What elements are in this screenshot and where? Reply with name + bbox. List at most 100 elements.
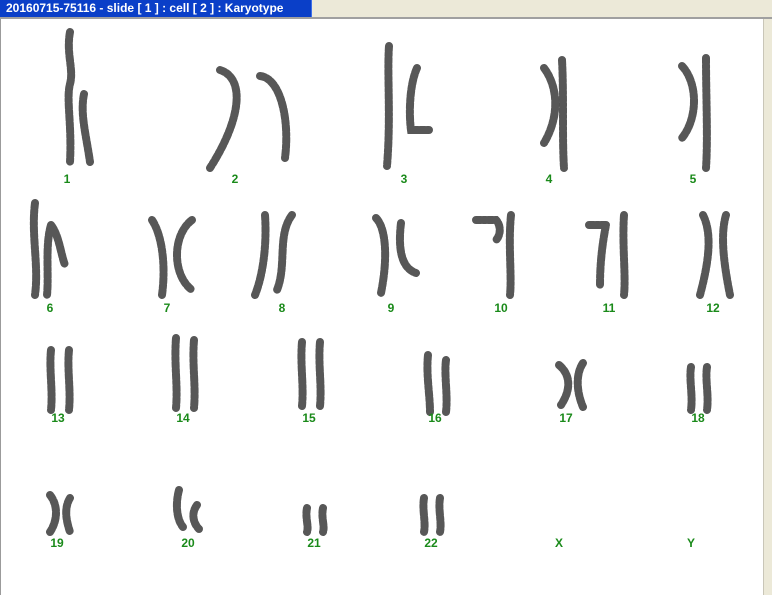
chromatid-2: [256, 72, 291, 162]
chromosome-image: [148, 216, 196, 299]
chromatid-2: [702, 363, 712, 414]
vertical-scrollbar[interactable]: [763, 19, 772, 595]
chromatid-1: [46, 346, 56, 414]
window-title: 20160715-75116 - slide [ 1 ] : cell [ 2 …: [6, 1, 284, 15]
chromosome-label: 4: [545, 172, 553, 186]
chromosome-label: 14: [176, 411, 190, 425]
chromosome-19[interactable]: [12, 470, 102, 536]
chromatid-2: [558, 56, 568, 172]
chromosome-label: 8: [278, 301, 286, 315]
chromosome-Y[interactable]: [646, 470, 736, 530]
chromosome-10[interactable]: [456, 195, 546, 299]
chromosome-18[interactable]: [653, 335, 743, 414]
chromosome-label: 3: [400, 172, 408, 186]
chromosome-image: [585, 211, 629, 299]
chromosome-label: Y: [686, 536, 695, 550]
chromatid-2: [573, 359, 587, 411]
chromatid-2: [505, 211, 515, 299]
chromosome-label: 18: [691, 411, 705, 425]
chromatid-2: [43, 221, 69, 299]
chromosome-label: 5: [689, 172, 697, 186]
chromosome-image: [372, 214, 420, 297]
chromosome-8[interactable]: [237, 195, 327, 299]
chromatid-2: [273, 211, 296, 294]
chromatid-1: [302, 504, 312, 536]
chromatid-1: [171, 334, 181, 412]
chromosome-label: X: [554, 536, 563, 550]
chromosome-11[interactable]: [564, 195, 654, 299]
chromosome-13[interactable]: [13, 325, 103, 414]
chromatid-1: [423, 351, 434, 416]
chromosome-image: [251, 211, 296, 299]
chromatid-2: [395, 219, 420, 277]
chromosome-label: 7: [163, 301, 171, 315]
chromatid-2: [64, 346, 74, 414]
chromatid-1: [419, 494, 429, 536]
chromatid-2: [702, 54, 711, 172]
chromatid-1: [148, 216, 168, 299]
chromosome-label: 2: [231, 172, 239, 186]
chromatid-1: [372, 214, 390, 297]
chromosome-label: 9: [387, 301, 395, 315]
chromatid-2: [173, 216, 196, 294]
chromosome-image: [696, 211, 734, 299]
chromosome-14[interactable]: [138, 320, 228, 412]
chromatid-1: [696, 211, 713, 299]
chromosome-image: [29, 199, 69, 299]
chromosome-9[interactable]: [346, 198, 436, 297]
chromatid-1: [172, 486, 187, 531]
chromosome-label: 13: [51, 411, 65, 425]
chromosome-6[interactable]: [5, 185, 95, 299]
chromosome-label: 15: [302, 411, 316, 425]
chromosome-12[interactable]: [668, 195, 758, 299]
chromatid-2: [318, 504, 328, 536]
chromatid-1: [297, 338, 307, 410]
chromatid-2: [78, 90, 94, 166]
chromosome-label: 11: [602, 301, 616, 315]
chromosome-label: 22: [424, 536, 438, 550]
chromatid-2: [441, 356, 451, 416]
chromatid-1: [555, 361, 573, 409]
chromatid-1: [472, 216, 504, 244]
chromosome-16[interactable]: [390, 330, 480, 416]
chromosome-image: [383, 42, 433, 170]
chromosome-4[interactable]: [504, 38, 594, 172]
chromatid-1: [29, 199, 41, 299]
chromatid-2: [62, 494, 74, 536]
chromosome-17[interactable]: [521, 335, 611, 411]
chromatid-1: [206, 66, 241, 172]
chromosome-1[interactable]: [22, 14, 112, 166]
chromosome-7[interactable]: [122, 195, 212, 299]
chromatid-1: [678, 62, 698, 142]
chromosome-label: 17: [559, 411, 573, 425]
chromosome-2[interactable]: [190, 48, 291, 172]
chromosome-label: 10: [494, 301, 508, 315]
chromosome-21[interactable]: [269, 480, 359, 536]
chromosome-15[interactable]: [264, 320, 354, 410]
chromosome-label: 19: [50, 536, 64, 550]
chromosome-label: 1: [63, 172, 71, 186]
chromosome-20[interactable]: [143, 465, 233, 533]
chromosome-X[interactable]: [514, 470, 604, 530]
chromosome-label: 20: [181, 536, 195, 550]
chromosome-5[interactable]: [648, 38, 738, 172]
chromosome-3[interactable]: [359, 26, 449, 170]
chromatid-1: [251, 211, 270, 299]
chromatid-1: [686, 363, 696, 414]
chromosome-label: 12: [706, 301, 720, 315]
chromosome-image: [64, 28, 94, 166]
chromosome-image: [540, 56, 568, 172]
chromosome-image: [678, 54, 711, 172]
chromosome-22[interactable]: [386, 470, 476, 536]
karyotype-canvas: 1 2 3 4 5 6 7 8 9 10 11 12 13 14 15 16 17 18 19 20 21 22 X Y: [0, 19, 763, 595]
chromatid-2: [619, 211, 629, 299]
chromatid-2: [719, 211, 734, 299]
chromatid-1: [540, 64, 560, 147]
chromosome-image: [206, 66, 291, 172]
chromatid-2: [189, 501, 203, 533]
chromosome-label: 6: [46, 301, 54, 315]
chromatid-2: [405, 64, 433, 134]
chromatid-2: [315, 338, 325, 410]
chromatid-1: [585, 221, 611, 289]
chromosome-label: 21: [307, 536, 321, 550]
